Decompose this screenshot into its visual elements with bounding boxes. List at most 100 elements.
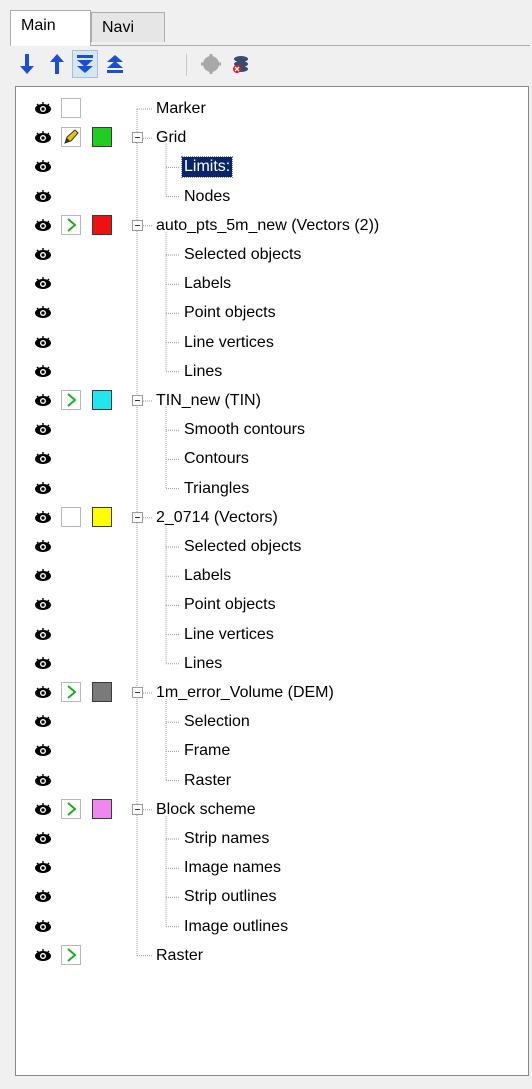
sublayer-label[interactable]: Image names <box>182 858 283 878</box>
sublayer-label[interactable]: Selection <box>182 712 252 732</box>
sublayer-row[interactable]: Raster <box>16 767 528 796</box>
sublayer-row[interactable]: Contours <box>16 445 528 474</box>
layer-row[interactable]: 1m_error_Volume (DEM) <box>16 679 528 708</box>
sublayer-row[interactable]: Selected objects <box>16 241 528 270</box>
sublayer-label[interactable]: Nodes <box>182 187 232 207</box>
visibility-eye-icon[interactable] <box>34 538 52 556</box>
visibility-eye-icon[interactable] <box>34 859 52 877</box>
visibility-eye-icon[interactable] <box>34 392 52 410</box>
sublayer-row[interactable]: Smooth contours <box>16 416 528 445</box>
sublayer-row[interactable]: Point objects <box>16 299 528 328</box>
active-layer-chevron-icon[interactable] <box>61 214 81 235</box>
visibility-eye-icon[interactable] <box>34 918 52 936</box>
sublayer-label[interactable]: Point objects <box>182 595 278 615</box>
active-layer-chevron-icon[interactable] <box>61 682 81 702</box>
sublayer-label[interactable]: Frame <box>182 741 232 761</box>
layer-row[interactable]: TIN_new (TIN) <box>16 387 528 416</box>
active-layer-chevron-icon[interactable] <box>61 798 81 819</box>
sublayer-row[interactable]: Lines <box>16 650 528 679</box>
layer-label[interactable]: TIN_new (TIN) <box>154 391 263 411</box>
sublayer-label[interactable]: Strip outlines <box>182 887 279 907</box>
visibility-eye-icon[interactable] <box>34 742 52 760</box>
sublayer-label[interactable]: Labels <box>182 274 233 294</box>
active-layer-chevron-icon[interactable] <box>61 390 81 410</box>
sublayer-row[interactable]: Image names <box>16 854 528 883</box>
layer-label[interactable]: 2_0714 (Vectors) <box>154 508 280 528</box>
sublayer-label[interactable]: Point objects <box>182 303 278 323</box>
layer-row[interactable]: Block scheme <box>16 796 528 825</box>
sublayer-label[interactable]: Labels <box>182 566 233 586</box>
layer-color-swatch[interactable] <box>92 214 112 235</box>
sublayer-label[interactable]: Limits: <box>180 156 234 179</box>
collapse-minus-icon[interactable] <box>132 132 143 144</box>
sublayer-row[interactable]: Nodes <box>16 183 528 212</box>
visibility-eye-icon[interactable] <box>34 830 52 848</box>
visibility-eye-icon[interactable] <box>34 188 52 206</box>
visibility-eye-icon[interactable] <box>34 772 52 790</box>
sublayer-label[interactable]: Image outlines <box>182 917 290 937</box>
sublayer-label[interactable]: Selected objects <box>182 537 303 557</box>
visibility-eye-icon[interactable] <box>34 626 52 644</box>
move-up-button[interactable] <box>44 50 70 78</box>
layer-row[interactable]: Marker <box>16 95 528 124</box>
visibility-eye-icon[interactable] <box>34 217 52 235</box>
visibility-eye-icon[interactable] <box>34 129 52 147</box>
sublayer-row[interactable]: Limits: <box>16 153 528 182</box>
sublayer-row[interactable]: Lines <box>16 358 528 387</box>
visibility-eye-icon[interactable] <box>34 304 52 322</box>
layer-label[interactable]: Raster <box>154 946 205 966</box>
sublayer-label[interactable]: Lines <box>182 362 224 382</box>
layer-row[interactable]: auto_pts_5m_new (Vectors (2)) <box>16 212 528 241</box>
sublayer-row[interactable]: Strip names <box>16 825 528 854</box>
sublayer-row[interactable]: Strip outlines <box>16 883 528 912</box>
visibility-eye-icon[interactable] <box>34 713 52 731</box>
layer-row[interactable]: 2_0714 (Vectors) <box>16 504 528 533</box>
sublayer-label[interactable]: Raster <box>182 771 233 791</box>
layer-color-swatch[interactable] <box>92 390 112 410</box>
visibility-eye-icon[interactable] <box>34 158 52 176</box>
sublayer-row[interactable]: Selected objects <box>16 533 528 562</box>
layer-state-checkbox[interactable] <box>61 506 81 527</box>
edit-pencil-icon[interactable] <box>61 127 81 148</box>
tab-navi[interactable]: Navi <box>91 12 165 42</box>
sublayer-row[interactable]: Triangles <box>16 475 528 504</box>
active-layer-chevron-icon[interactable] <box>61 944 81 965</box>
visibility-eye-icon[interactable] <box>34 480 52 498</box>
layer-row[interactable]: Raster <box>16 942 528 971</box>
visibility-eye-icon[interactable] <box>34 567 52 585</box>
visibility-eye-icon[interactable] <box>34 509 52 527</box>
collapse-minus-icon[interactable] <box>132 803 143 815</box>
move-to-top-button[interactable] <box>102 50 128 78</box>
layer-label[interactable]: Block scheme <box>154 800 258 820</box>
layer-tree[interactable]: Marker Grid Limits: Nodes auto_pts_5m_new (V… <box>15 86 529 1076</box>
layer-color-swatch[interactable] <box>92 682 112 702</box>
visibility-eye-icon[interactable] <box>34 334 52 352</box>
layer-label[interactable]: Grid <box>154 128 188 148</box>
layer-label[interactable]: auto_pts_5m_new (Vectors (2)) <box>154 216 381 236</box>
sublayer-label[interactable]: Triangles <box>182 479 251 499</box>
sublayer-row[interactable]: Labels <box>16 562 528 591</box>
visibility-eye-icon[interactable] <box>34 947 52 965</box>
collapse-minus-icon[interactable] <box>132 511 143 523</box>
visibility-eye-icon[interactable] <box>34 888 52 906</box>
layer-label[interactable]: Marker <box>154 99 208 119</box>
sublayer-label[interactable]: Line vertices <box>182 625 276 645</box>
visibility-eye-icon[interactable] <box>34 363 52 381</box>
move-down-button[interactable] <box>14 50 40 78</box>
visibility-eye-icon[interactable] <box>34 801 52 819</box>
visibility-eye-icon[interactable] <box>34 655 52 673</box>
visibility-eye-icon[interactable] <box>34 596 52 614</box>
collapse-minus-icon[interactable] <box>132 687 143 698</box>
delete-layer-button[interactable] <box>228 50 254 78</box>
layer-color-swatch[interactable] <box>92 506 112 527</box>
layer-state-checkbox[interactable] <box>61 98 81 118</box>
sublayer-label[interactable]: Strip names <box>182 829 271 849</box>
layer-color-swatch[interactable] <box>92 127 112 148</box>
sublayer-row[interactable]: Point objects <box>16 591 528 620</box>
collapse-minus-icon[interactable] <box>132 219 143 231</box>
collapse-minus-icon[interactable] <box>132 395 143 406</box>
visibility-eye-icon[interactable] <box>34 684 52 702</box>
visibility-eye-icon[interactable] <box>34 275 52 293</box>
layer-color-swatch[interactable] <box>92 798 112 819</box>
sublayer-row[interactable]: Labels <box>16 270 528 299</box>
